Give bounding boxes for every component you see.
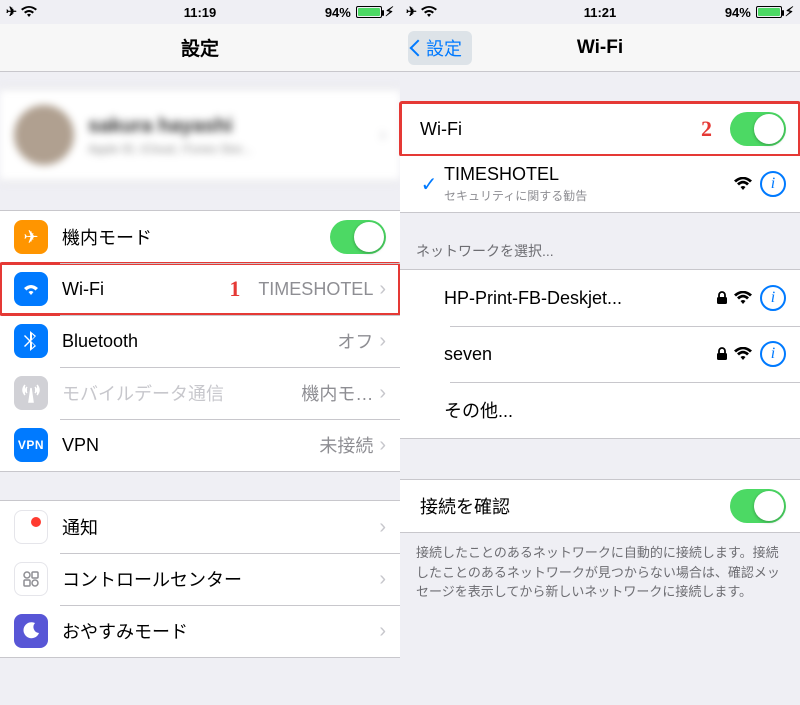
cellular-row[interactable]: モバイルデータ通信 機内モ… › <box>0 367 400 419</box>
network-name: TIMESHOTEL <box>444 164 728 185</box>
connected-network-row[interactable]: ✓ TIMESHOTEL セキュリティに関する勧告 i <box>400 156 800 212</box>
cellular-label: モバイルデータ通信 <box>62 380 301 406</box>
wifi-value: TIMESHOTEL <box>258 279 373 300</box>
checkmark-icon: ✓ <box>414 172 444 197</box>
charging-icon: ⚡︎ <box>785 4 794 20</box>
wifi-icon <box>14 272 48 306</box>
status-bar: ✈︎ 11:19 94% ⚡︎ <box>0 0 400 24</box>
chevron-right-icon: › <box>379 434 386 457</box>
back-button[interactable]: 設定 <box>408 31 472 65</box>
wifi-toggle-row[interactable]: Wi-Fi 2 <box>400 103 800 155</box>
dnd-row[interactable]: おやすみモード › <box>0 605 400 657</box>
wifi-signal-icon <box>734 291 752 305</box>
battery-percent: 94% <box>725 5 751 20</box>
battery-icon <box>356 6 382 18</box>
wifi-label: Wi-Fi <box>62 279 211 300</box>
info-button[interactable]: i <box>760 171 786 197</box>
navbar: 設定 <box>0 24 400 72</box>
page-title: Wi-Fi <box>577 37 623 59</box>
charging-icon: ⚡︎ <box>385 4 394 20</box>
wifi-row[interactable]: Wi-Fi 1 TIMESHOTEL › <box>0 263 400 315</box>
dnd-label: おやすみモード <box>62 618 379 644</box>
profile-sub: Apple ID, iCloud, iTunes Stor... <box>88 142 252 156</box>
wifi-icon <box>421 6 437 18</box>
notifications-row[interactable]: 通知 › <box>0 501 400 553</box>
bluetooth-label: Bluetooth <box>62 331 337 352</box>
bluetooth-row[interactable]: Bluetooth オフ › <box>0 315 400 367</box>
vpn-label: VPN <box>62 435 319 456</box>
wifi-signal-icon <box>734 347 752 361</box>
ask-toggle[interactable] <box>730 489 786 523</box>
network-list: HP-Print-FB-Deskjet... i seven i その他... <box>400 269 800 439</box>
ask-footer: 接続したことのあるネットワークに自動的に接続します。接続したことのあるネットワー… <box>400 533 800 612</box>
lock-icon <box>716 347 728 361</box>
cellular-value: 機内モ… <box>301 380 373 406</box>
ask-to-join-row[interactable]: 接続を確認 <box>400 480 800 532</box>
notifications-icon <box>14 510 48 544</box>
airplane-icon: ✈︎ <box>14 220 48 254</box>
antenna-icon <box>14 376 48 410</box>
vpn-row[interactable]: VPN VPN 未接続 › <box>0 419 400 471</box>
bluetooth-icon <box>14 324 48 358</box>
airplane-label: 機内モード <box>62 224 330 250</box>
chevron-right-icon: › <box>379 516 386 539</box>
other-label: その他... <box>444 397 786 423</box>
callout-2: 2 <box>701 116 712 142</box>
chevron-right-icon: › <box>379 620 386 643</box>
profile-name: sakura hayashi <box>88 115 252 138</box>
chevron-right-icon: › <box>379 330 386 353</box>
notifications-label: 通知 <box>62 514 379 540</box>
callout-1: 1 <box>229 276 240 302</box>
status-bar: ✈︎ 11:21 94% ⚡︎ <box>400 0 800 24</box>
lock-icon <box>716 291 728 305</box>
airplane-icon: ✈︎ <box>6 4 17 20</box>
wifi-toggle[interactable] <box>730 112 786 146</box>
network-sub: セキュリティに関する勧告 <box>444 187 728 204</box>
battery-icon <box>756 6 782 18</box>
other-network-row[interactable]: その他... <box>400 382 800 438</box>
wifi-toggle-group: Wi-Fi 2 <box>400 102 800 156</box>
control-center-row[interactable]: コントロールセンター › <box>0 553 400 605</box>
profile-card[interactable]: sakura hayashi Apple ID, iCloud, iTunes … <box>0 88 400 182</box>
chevron-right-icon: › <box>379 382 386 405</box>
wifi-signal-icon <box>734 177 752 191</box>
airplane-mode-row[interactable]: ✈︎ 機内モード <box>0 211 400 263</box>
control-center-label: コントロールセンター <box>62 566 379 592</box>
vpn-value: 未接続 <box>319 432 373 458</box>
network-name: seven <box>444 344 712 365</box>
choose-network-header: ネットワークを選択... <box>400 213 800 269</box>
info-button[interactable]: i <box>760 341 786 367</box>
bluetooth-value: オフ <box>337 328 373 354</box>
chevron-right-icon: › <box>379 568 386 591</box>
wifi-icon <box>21 6 37 18</box>
airplane-toggle[interactable] <box>330 220 386 254</box>
avatar <box>14 105 74 165</box>
status-time: 11:21 <box>535 5 664 20</box>
airplane-icon: ✈︎ <box>406 4 417 20</box>
vpn-icon: VPN <box>14 428 48 462</box>
network-name: HP-Print-FB-Deskjet... <box>444 288 712 309</box>
battery-percent: 94% <box>325 5 351 20</box>
navbar: 設定 Wi-Fi <box>400 24 800 72</box>
control-center-icon <box>14 562 48 596</box>
ask-label: 接続を確認 <box>420 493 730 519</box>
settings-screen: ✈︎ 11:19 94% ⚡︎ 設定 sakura hayashi Apple … <box>0 0 400 705</box>
status-time: 11:19 <box>135 5 264 20</box>
network-row[interactable]: HP-Print-FB-Deskjet... i <box>400 270 800 326</box>
chevron-right-icon: › <box>379 278 386 301</box>
moon-icon <box>14 614 48 648</box>
wifi-toggle-label: Wi-Fi <box>420 119 683 140</box>
page-title: 設定 <box>181 34 219 61</box>
back-label: 設定 <box>426 35 462 61</box>
info-button[interactable]: i <box>760 285 786 311</box>
chevron-right-icon: › <box>379 124 386 147</box>
wifi-screen: ✈︎ 11:21 94% ⚡︎ 設定 Wi-Fi Wi-Fi 2 ✓ TIME <box>400 0 800 705</box>
network-row[interactable]: seven i <box>400 326 800 382</box>
